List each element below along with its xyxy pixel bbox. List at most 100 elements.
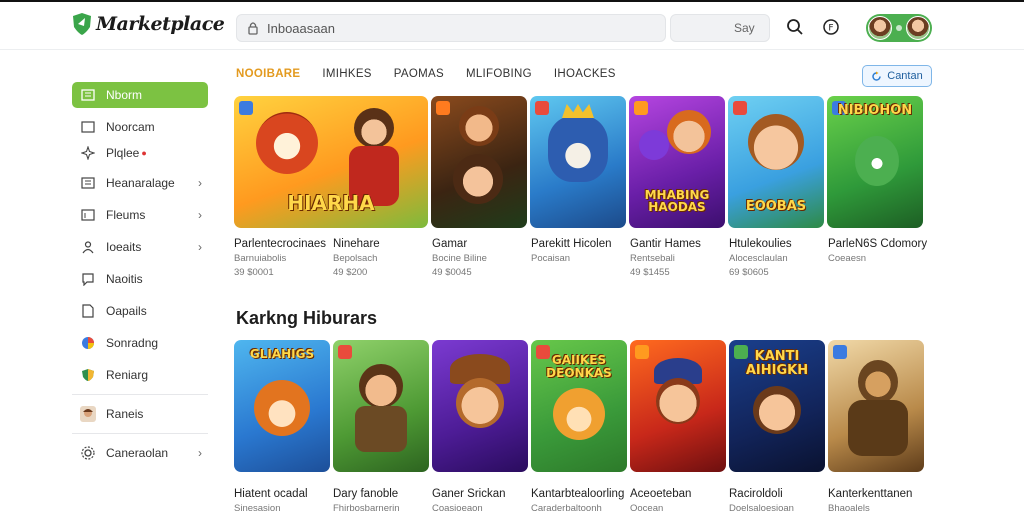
game-title[interactable]: Kantarbtealoorling — [531, 488, 630, 500]
game-publisher: Coeaesn — [828, 253, 867, 264]
sidebar-item-label: Noorcam — [106, 120, 155, 134]
game-card[interactable] — [333, 340, 429, 472]
game-card[interactable] — [630, 340, 726, 472]
sidebar-item-3[interactable]: Heanaralage › — [72, 170, 208, 196]
bars-icon — [80, 208, 96, 222]
game-publisher: Coasioeaon — [432, 503, 483, 512]
game-card[interactable]: NIBIOHON — [827, 96, 923, 228]
game-publisher: Alocesclaulan — [729, 253, 788, 264]
divider — [72, 394, 208, 395]
search-button[interactable] — [784, 16, 806, 38]
divider — [72, 433, 208, 434]
game-card[interactable] — [530, 96, 626, 228]
game-card[interactable]: MHABING HAODAS — [629, 96, 725, 228]
cta-button[interactable]: Cantan — [862, 65, 932, 87]
app-name: Marketplace — [96, 13, 225, 35]
tab-0[interactable]: NOOIBARE — [236, 68, 300, 80]
game-meta: Parlentecrocinaes Barnuiabolis 39 $0001 — [234, 238, 333, 278]
sidebar-item-7[interactable]: Oapails — [72, 298, 208, 324]
warrior-character-icon — [858, 360, 898, 404]
sidebar-item-6[interactable]: Naoitis — [72, 266, 208, 292]
game-card[interactable]: KANTI AIHIGKH — [729, 340, 825, 472]
tab-3[interactable]: MLIFOBING — [466, 68, 532, 80]
character-face-icon — [656, 378, 700, 424]
game-title[interactable]: Parekitt Hicolen — [531, 238, 630, 250]
sidebar-item-0[interactable]: Nborm — [72, 82, 208, 108]
game-title[interactable]: Aceoeteban — [630, 488, 729, 500]
sidebar-item-label: Naoitis — [106, 272, 143, 286]
sparkle-icon — [80, 146, 96, 160]
game-title[interactable]: ParleN6S Cdomory — [828, 238, 927, 250]
sidebar-item-10[interactable]: Raneis — [72, 401, 208, 427]
fox-character-icon — [256, 112, 318, 174]
game-logo: KANTI AIHIGKH — [745, 349, 809, 378]
game-card[interactable]: HIARHA — [234, 96, 428, 228]
category-tabs: NOOIBARE IMIHKES PAOMAS MLIFOBING IHOACK… — [236, 68, 638, 80]
game-meta: Aceoeteban Oocean — [630, 488, 729, 512]
store-badge-icon — [436, 101, 450, 115]
character-face-icon — [453, 154, 503, 204]
game-card[interactable] — [431, 96, 527, 228]
game-price: 39 $0001 — [234, 267, 274, 278]
sidebar-item-2[interactable]: Plqlee ● — [72, 140, 208, 166]
sidebar-item-11[interactable]: Caneraolan › — [72, 440, 208, 466]
game-logo: GAIIKES DEONKAS — [546, 353, 612, 380]
game-title[interactable]: Kanterkenttanen — [828, 488, 927, 500]
say-field[interactable] — [670, 14, 770, 42]
tab-1[interactable]: IMIHKES — [322, 68, 371, 80]
game-price: 69 $0605 — [729, 267, 769, 278]
game-title[interactable]: Gamar — [432, 238, 531, 250]
search-icon — [787, 19, 803, 35]
shield-icon — [80, 368, 96, 382]
game-title[interactable]: Raciroldoli — [729, 488, 828, 500]
alert-dot-icon: ● — [141, 148, 147, 158]
game-publisher: Doelsaloesioan — [729, 503, 794, 512]
game-card[interactable] — [828, 340, 924, 472]
creature-character-icon — [855, 136, 899, 186]
game-card[interactable]: GLIAHIGS — [234, 340, 330, 472]
adventurer-character-icon — [354, 108, 394, 148]
document-icon — [80, 304, 96, 318]
game-title[interactable]: Hiatent ocadal — [234, 488, 333, 500]
game-meta: ParleN6S Cdomory Coeaesn — [828, 238, 927, 278]
tab-4[interactable]: IHOACKES — [554, 68, 616, 80]
search-input[interactable]: Inboaasaan — [236, 14, 666, 42]
tab-2[interactable]: PAOMAS — [394, 68, 444, 80]
game-price: 49 $200 — [333, 267, 368, 278]
game-meta: Parekitt Hicolen Pocaisan — [531, 238, 630, 278]
avatar-icon — [80, 406, 96, 422]
sidebar: Nborm Noorcam Plqlee ● Heanaralage › Fle… — [72, 82, 208, 466]
sidebar-item-9[interactable]: Reniarg — [72, 362, 208, 388]
game-title[interactable]: Ganer Srickan — [432, 488, 531, 500]
say-label: Say — [734, 21, 755, 35]
game-title[interactable]: Dary fanoble — [333, 488, 432, 500]
sidebar-item-5[interactable]: Ioeaits › — [72, 234, 208, 260]
game-title[interactable]: Parlentecrocinaes — [234, 238, 333, 250]
sidebar-item-1[interactable]: Noorcam — [72, 114, 208, 140]
sidebar-item-4[interactable]: Fleums › — [72, 202, 208, 228]
featured-row: HIARHA MHABING HAODAS EOOBAS NIBIOHON — [234, 96, 926, 228]
game-card[interactable]: GAIIKES DEONKAS — [531, 340, 627, 472]
store-badge-icon — [239, 101, 253, 115]
person-icon — [80, 240, 96, 254]
sidebar-item-8[interactable]: Sonradng — [72, 330, 208, 356]
sidebar-item-label: Heanaralage — [106, 176, 175, 190]
game-meta: Ninehare Bepolsach 49 $200 — [333, 238, 432, 278]
game-publisher: Sinesasion — [234, 503, 281, 512]
game-title[interactable]: Gantir Hames — [630, 238, 729, 250]
brand[interactable]: Marketplace — [72, 12, 225, 36]
game-title[interactable]: Htulekoulies — [729, 238, 828, 250]
game-publisher: Caraderbaltoonh — [531, 503, 602, 512]
character-face-icon — [459, 106, 499, 146]
grid-icon — [80, 88, 96, 102]
store-badge-icon — [535, 101, 549, 115]
game-title[interactable]: Ninehare — [333, 238, 432, 250]
game-card[interactable]: EOOBAS — [728, 96, 824, 228]
account-switcher[interactable] — [866, 14, 932, 42]
notifications-button[interactable]: F — [820, 16, 842, 38]
game-publisher: Pocaisan — [531, 253, 571, 264]
game-meta: Gantir Hames Rentsebali 49 $1455 — [630, 238, 729, 278]
chevron-right-icon: › — [198, 240, 202, 254]
colorful-circle-icon — [80, 336, 96, 350]
game-card[interactable] — [432, 340, 528, 472]
